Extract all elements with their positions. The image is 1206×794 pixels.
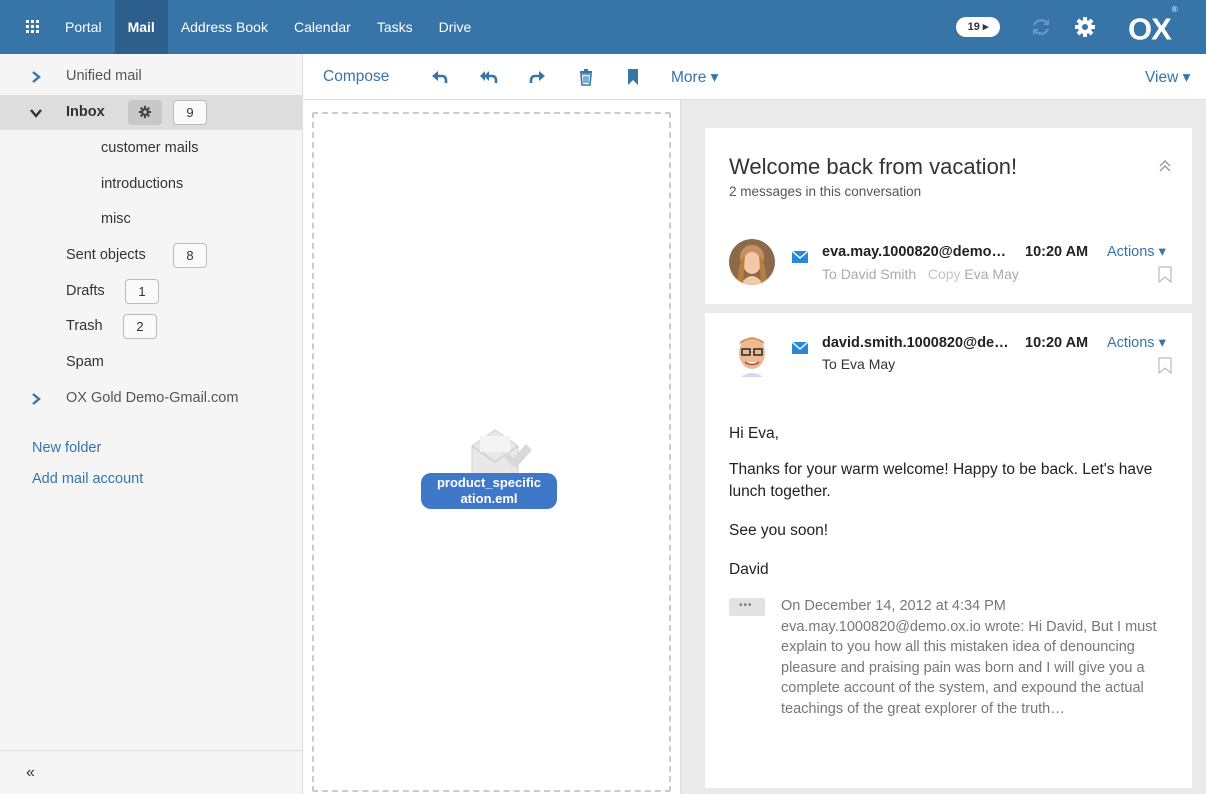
compose-button[interactable]: Compose [323,68,389,86]
collapse-sidebar-button[interactable]: « [26,764,35,782]
bookmark-flag-icon[interactable] [623,67,643,87]
thread-title: Welcome back from vacation! [729,154,1018,179]
envelope-unread-icon [792,251,808,263]
folder-drafts[interactable]: Drafts 1 [0,274,303,309]
app-tab-portal[interactable]: Portal [52,0,115,54]
thread-header-card: Welcome back from vacation! 2 messages i… [705,128,1192,304]
folder-external-account[interactable]: OX Gold Demo-Gmail.com [0,381,303,416]
avatar [729,239,775,285]
reply-icon[interactable] [430,67,450,87]
more-menu-button[interactable]: More ▾ [671,68,718,87]
message-body-line: See you soon! [729,522,829,539]
folder-misc[interactable]: misc [0,202,303,237]
eml-file-icon [471,429,532,475]
envelope-unread-icon [792,342,808,354]
thread-subtitle: 2 messages in this conversation [729,184,922,199]
unread-count-badge: 2 [123,314,157,339]
delete-trash-icon[interactable] [576,67,596,87]
dragged-file-label: product_specific ation.eml [421,473,557,509]
add-mail-account-link[interactable]: Add mail account [32,471,143,487]
app-launcher-icon[interactable] [26,20,40,34]
message-actions-button[interactable]: Actions ▾ [1107,244,1166,260]
app-tab-tasks[interactable]: Tasks [364,0,426,54]
show-quoted-text-button[interactable]: ••• [729,598,765,616]
reply-all-icon[interactable] [479,67,499,87]
quoted-text: On December 14, 2012 at 4:34 PM eva.may.… [781,598,1157,717]
chevron-right-icon[interactable] [29,70,43,84]
message-body-line: Thanks for your warm welcome! Happy to b… [729,461,1153,500]
message-from: eva.may.1000820@demo… [822,244,1006,260]
message-body-line: Hi Eva, [729,425,779,442]
notification-badge[interactable]: 19 ▸ [956,17,1000,37]
refresh-icon[interactable] [1030,16,1052,38]
message-recipients: To Eva May [822,356,896,372]
drop-zone[interactable]: product_specific ation.eml [312,112,671,792]
app-tab-calendar[interactable]: Calendar [281,0,364,54]
message-recipients: To David Smith Copy Eva May [822,266,1019,282]
mail-list-pane: product_specific ation.eml [303,100,681,794]
mail-toolbar: Compose More ▾ View ▾ [303,54,1206,100]
avatar [729,331,775,377]
recipient-to[interactable]: David Smith [841,266,916,282]
folder-introductions[interactable]: introductions [0,167,303,202]
message-from: david.smith.1000820@de… [822,335,1009,351]
bookmark-outline-icon[interactable] [1158,357,1172,374]
folder-customer-mails[interactable]: customer mails [0,131,303,166]
message-actions-button[interactable]: Actions ▾ [1107,335,1166,351]
app-tab-mail[interactable]: Mail [114,0,168,54]
gear-icon [138,105,152,119]
bookmark-outline-icon[interactable] [1158,266,1172,283]
message-card-2: david.smith.1000820@de… 10:20 AM Actions… [705,313,1192,788]
folder-spam[interactable]: Spam [0,345,303,380]
chevron-down-icon[interactable] [29,106,43,120]
folder-sidebar: Unified mail Inbox 9 customer mails intr… [0,54,303,794]
unread-count-badge: 1 [125,279,159,304]
mail-detail-pane: Welcome back from vacation! 2 messages i… [681,100,1206,794]
settings-gear-icon[interactable] [1072,14,1098,40]
folder-options-button[interactable] [128,100,162,125]
app-tab-drive[interactable]: Drive [426,0,485,54]
app-tabs: Portal Mail Address Book Calendar Tasks … [52,0,484,54]
folder-unified-mail[interactable]: Unified mail [0,59,303,94]
folder-inbox[interactable]: Inbox 9 [0,95,303,130]
unread-count-badge: 8 [173,243,207,268]
message-time: 10:20 AM [1025,244,1089,260]
sidebar-collapse-bar: « [0,750,303,794]
message-time: 10:20 AM [1025,335,1089,351]
recipient-copy[interactable]: Eva May [964,266,1018,282]
view-menu-button[interactable]: View ▾ [1145,68,1190,87]
chevron-right-icon[interactable] [29,392,43,406]
unread-count-badge: 9 [173,100,207,125]
recipient-to[interactable]: Eva May [841,356,895,372]
ox-logo: OX® [1128,5,1178,47]
top-bar: Portal Mail Address Book Calendar Tasks … [0,0,1206,54]
message-body-line: David [729,561,769,578]
collapse-thread-icon[interactable] [1158,158,1172,174]
forward-icon[interactable] [527,67,547,87]
new-folder-link[interactable]: New folder [32,440,101,456]
app-tab-address-book[interactable]: Address Book [168,0,281,54]
folder-sent-objects[interactable]: Sent objects 8 [0,238,303,273]
folder-trash[interactable]: Trash 2 [0,309,303,344]
